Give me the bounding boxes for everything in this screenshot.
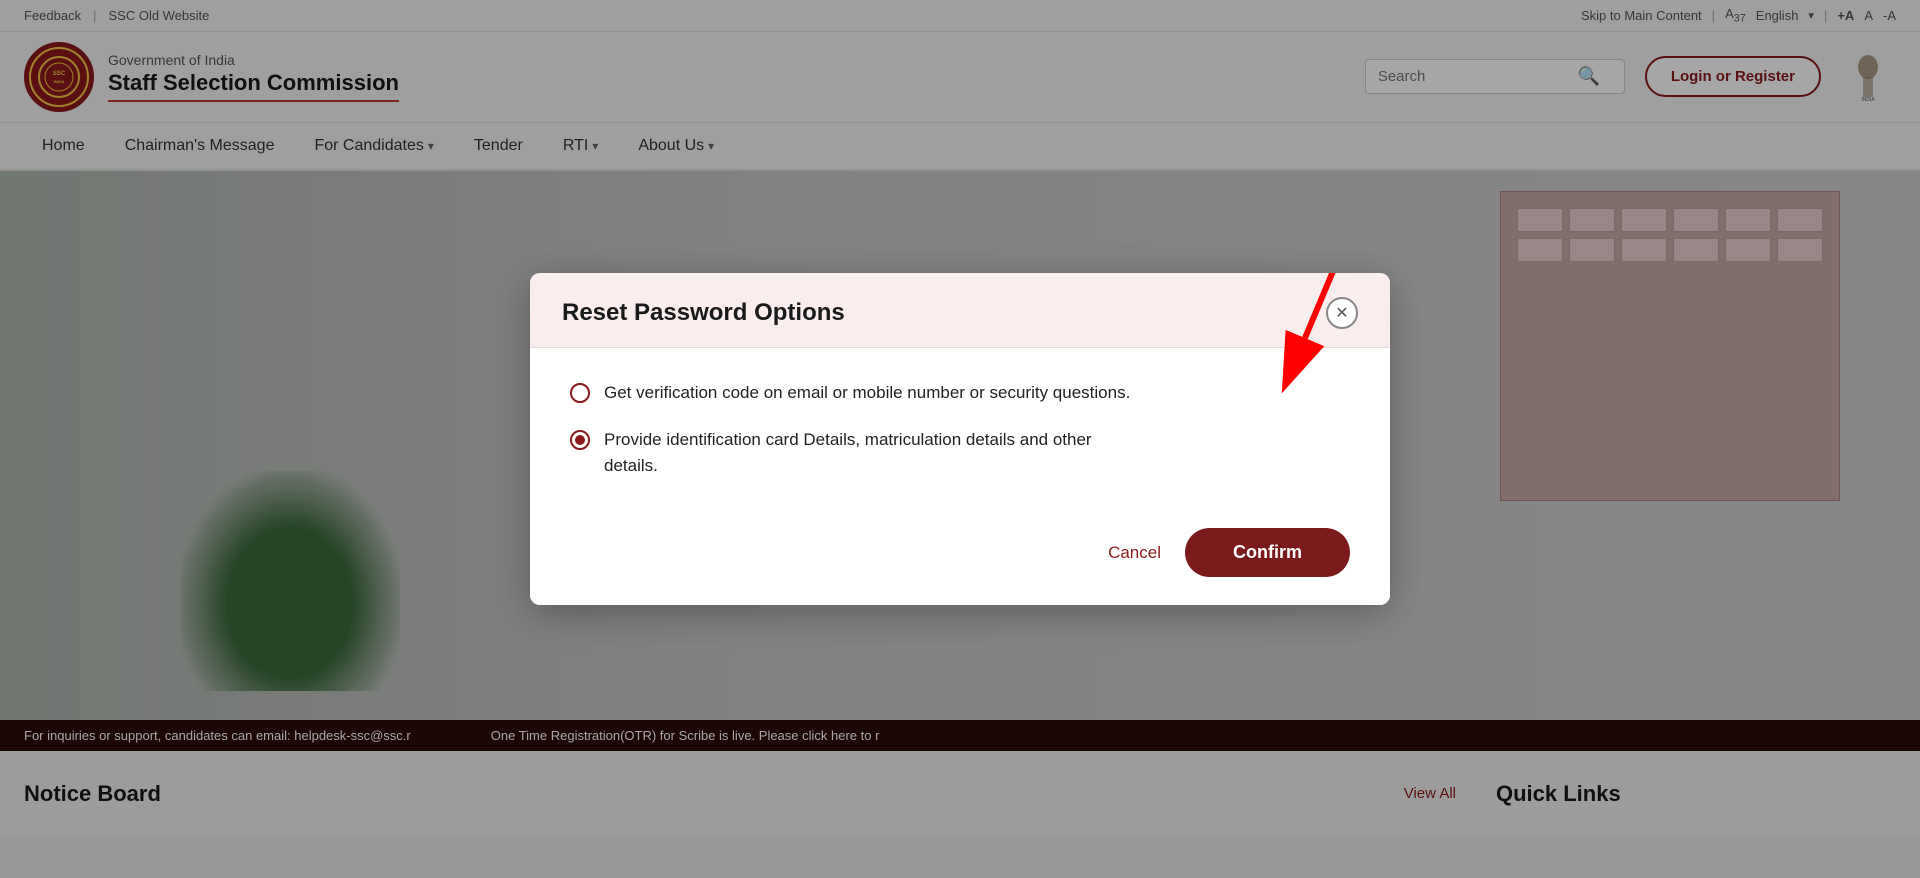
modal-overlay: Reset Password Options ✕ Get verificatio… — [0, 0, 1920, 878]
reset-password-modal: Reset Password Options ✕ Get verificatio… — [530, 273, 1390, 606]
modal-footer: Cancel Confirm — [530, 528, 1390, 605]
modal-close-button[interactable]: ✕ — [1326, 297, 1358, 329]
option2-row: Provide identification card Details, mat… — [570, 427, 1350, 478]
option2-radio[interactable] — [570, 430, 590, 450]
cancel-button[interactable]: Cancel — [1108, 543, 1161, 563]
modal-header: Reset Password Options ✕ — [530, 273, 1390, 348]
modal-title: Reset Password Options — [562, 299, 845, 327]
option1-radio[interactable] — [570, 383, 590, 403]
option2-text: Provide identification card Details, mat… — [604, 427, 1092, 478]
option1-row: Get verification code on email or mobile… — [570, 380, 1350, 406]
modal-body: Get verification code on email or mobile… — [530, 348, 1390, 529]
option1-text: Get verification code on email or mobile… — [604, 380, 1130, 406]
confirm-button[interactable]: Confirm — [1185, 528, 1350, 577]
